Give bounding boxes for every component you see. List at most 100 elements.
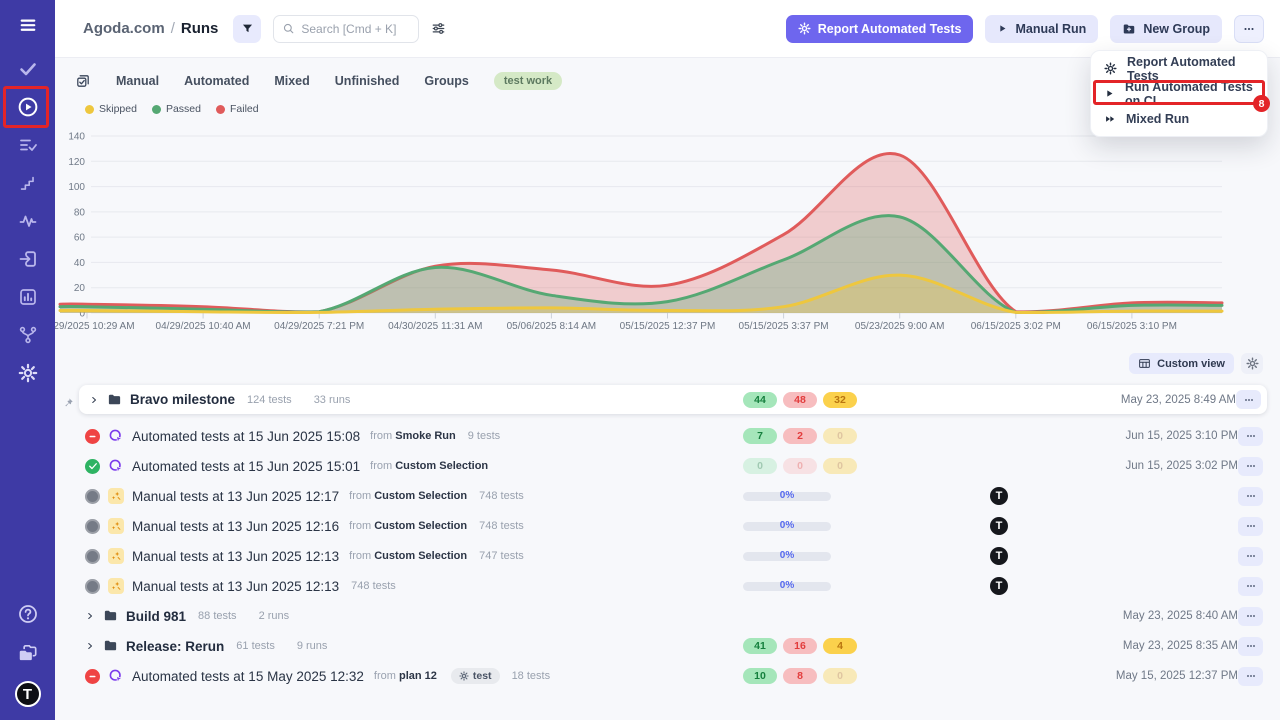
button-label: Manual Run <box>1015 22 1086 36</box>
tab-groups[interactable]: Groups <box>424 74 468 88</box>
run-title[interactable]: Manual tests at 13 Jun 2025 12:17 <box>132 489 339 504</box>
sidebar-item-import[interactable] <box>0 240 55 278</box>
table-row[interactable]: Bravo milestone124 tests33 runs444832May… <box>79 385 1267 414</box>
sidebar-item-test-plans[interactable] <box>0 126 55 164</box>
runs-tabs: Manual Automated Mixed Unfinished Groups… <box>75 66 562 96</box>
row-menu-button[interactable] <box>1238 607 1263 626</box>
expand-chevron-icon[interactable] <box>89 395 99 405</box>
sidebar-item-tests[interactable] <box>0 50 55 88</box>
import-icon <box>18 249 38 269</box>
button-label: Report Automated Tests <box>818 22 962 36</box>
run-title[interactable]: Manual tests at 13 Jun 2025 12:16 <box>132 519 339 534</box>
progress-bar: 0% <box>743 552 831 561</box>
run-title[interactable]: Automated tests at 15 Jun 2025 15:08 <box>132 429 360 444</box>
expand-chevron-icon[interactable] <box>85 611 95 621</box>
more-actions-button[interactable] <box>1234 15 1264 43</box>
table-row[interactable]: Build 98188 tests2 runsMay 23, 2025 8:40… <box>55 601 1280 631</box>
run-title[interactable]: Manual tests at 13 Jun 2025 12:13 <box>132 579 339 594</box>
automated-run-icon <box>108 457 124 475</box>
legend-item-passed[interactable]: Passed <box>152 103 201 115</box>
table-row[interactable]: Automated tests at 15 Jun 2025 15:01 from… <box>55 451 1280 481</box>
group-title[interactable]: Release: Rerun <box>126 639 224 654</box>
pulse-icon <box>18 211 38 231</box>
select-runs-button[interactable] <box>75 73 91 89</box>
new-group-button[interactable]: New Group <box>1110 15 1222 43</box>
table-row[interactable]: Manual tests at 13 Jun 2025 12:16from Cu… <box>55 511 1280 541</box>
filter-button[interactable] <box>233 15 261 43</box>
row-menu-button[interactable] <box>1238 547 1263 566</box>
assignee-avatar[interactable]: T <box>990 517 1008 535</box>
projects-button[interactable] <box>17 642 39 664</box>
tab-unfinished[interactable]: Unfinished <box>335 74 400 88</box>
ellipsis-icon <box>1245 670 1257 682</box>
row-menu-button[interactable] <box>1238 517 1263 536</box>
sparkles-icon <box>110 520 122 532</box>
row-menu-button[interactable] <box>1238 577 1263 596</box>
row-menu-button[interactable] <box>1238 427 1263 446</box>
sidebar-item-settings[interactable] <box>0 354 55 392</box>
menu-item-report-automated-tests[interactable]: Report Automated Tests <box>1091 56 1267 81</box>
menu-item-mixed-run[interactable]: Mixed Run <box>1091 106 1267 131</box>
search-box[interactable] <box>273 15 419 43</box>
ellipsis-icon <box>1245 490 1257 502</box>
folder-icon <box>103 607 118 625</box>
run-title[interactable]: Manual tests at 13 Jun 2025 12:13 <box>132 549 339 564</box>
run-meta: 748 tests <box>351 580 406 592</box>
row-menu-button[interactable] <box>1238 667 1263 686</box>
view-settings-button[interactable] <box>1241 353 1263 374</box>
expand-chevron-icon[interactable] <box>85 641 95 651</box>
legend-item-skipped[interactable]: Skipped <box>85 103 137 115</box>
assignee-avatar[interactable]: T <box>990 487 1008 505</box>
assignee-avatar[interactable]: T <box>990 577 1008 595</box>
run-source: from Custom Selection <box>370 460 488 472</box>
run-title[interactable]: Automated tests at 15 Jun 2025 15:01 <box>132 459 360 474</box>
row-main: Release: Rerun61 tests9 runs <box>85 637 743 655</box>
ellipsis-icon <box>1245 550 1257 562</box>
svg-text:0: 0 <box>79 309 85 320</box>
table-view-icon <box>1138 357 1151 370</box>
sidebar-item-milestones[interactable] <box>0 164 55 202</box>
app-logo[interactable]: T <box>15 681 41 707</box>
table-row[interactable]: Release: Rerun61 tests9 runs41164May 23,… <box>55 631 1280 661</box>
row-menu-button[interactable] <box>1238 637 1263 656</box>
legend-item-failed[interactable]: Failed <box>216 103 259 115</box>
report-automated-tests-button[interactable]: Report Automated Tests <box>786 15 974 43</box>
hamburger-menu-icon[interactable] <box>0 0 55 50</box>
gear-icon <box>18 363 38 383</box>
breadcrumb-project[interactable]: Agoda.com <box>83 20 165 37</box>
folder-icon <box>103 638 118 653</box>
table-row[interactable]: Manual tests at 13 Jun 2025 12:17from Cu… <box>55 481 1280 511</box>
group-title[interactable]: Build 981 <box>126 609 186 624</box>
fast-forward-icon <box>1104 113 1116 125</box>
run-title[interactable]: Automated tests at 15 May 2025 12:32 <box>132 669 364 684</box>
sidebar-item-runs[interactable] <box>0 88 55 126</box>
assignee-avatar[interactable]: T <box>990 547 1008 565</box>
sidebar-item-branches[interactable] <box>0 316 55 354</box>
display-settings-button[interactable] <box>431 21 446 36</box>
sidebar-item-analytics[interactable] <box>0 278 55 316</box>
group-title[interactable]: Bravo milestone <box>130 392 235 407</box>
folders-icon <box>17 642 39 664</box>
pin-icon <box>62 397 74 409</box>
table-row[interactable]: Automated tests at 15 May 2025 12:32from… <box>55 661 1280 691</box>
sidebar-item-pulse[interactable] <box>0 202 55 240</box>
svg-text:120: 120 <box>68 157 85 168</box>
main-content: Agoda.com / Runs Report Automated Tests … <box>55 0 1280 720</box>
search-input[interactable] <box>301 22 410 36</box>
row-menu-button[interactable] <box>1238 487 1263 506</box>
tab-automated[interactable]: Automated <box>184 74 249 88</box>
tab-manual[interactable]: Manual <box>116 74 159 88</box>
menu-item-run-automated-tests-on-ci[interactable]: Run Automated Tests on CI <box>1091 81 1267 106</box>
filter-tag-badge[interactable]: test work <box>494 72 562 90</box>
tab-mixed[interactable]: Mixed <box>274 74 309 88</box>
manual-run-button[interactable]: Manual Run <box>985 15 1098 43</box>
table-row[interactable]: Manual tests at 13 Jun 2025 12:13 748 tes… <box>55 571 1280 601</box>
table-row[interactable]: Automated tests at 15 Jun 2025 15:08from… <box>55 421 1280 451</box>
branch-icon <box>18 325 38 345</box>
table-row[interactable]: Manual tests at 13 Jun 2025 12:13from Cu… <box>55 541 1280 571</box>
help-button[interactable] <box>17 603 39 625</box>
svg-text:100: 100 <box>68 182 85 193</box>
row-menu-button[interactable] <box>1236 390 1261 409</box>
custom-view-button[interactable]: Custom view <box>1129 353 1234 374</box>
row-menu-button[interactable] <box>1238 457 1263 476</box>
